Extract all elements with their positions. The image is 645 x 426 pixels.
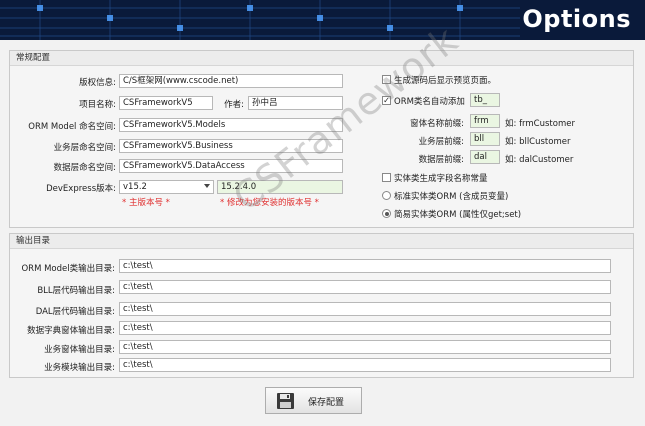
devexpress-version-value: v15.2 — [123, 182, 147, 192]
copyright-label: 版权信息: — [79, 78, 116, 88]
author-label: 作者: — [224, 100, 244, 110]
devexpress-label: DevExpress版本: — [46, 184, 116, 194]
installed-version-note: * 修改为您安装的版本号 * — [220, 198, 319, 208]
orm-namespace-label: ORM Model 命名空间: — [28, 122, 116, 132]
project-input[interactable]: CSFrameworkV5 — [119, 96, 213, 110]
output-input-dal[interactable]: c:\test\ — [119, 302, 611, 316]
data-namespace-label: 数据层命名空间: — [53, 163, 116, 173]
orm-standard-radio[interactable] — [382, 191, 391, 200]
data-namespace-input[interactable]: CSFrameworkV5.DataAccess — [119, 159, 343, 173]
window-title: Options — [522, 5, 631, 33]
preview-after-generate-label: 生成源码后显示预览页面。 — [394, 76, 497, 86]
output-input-bll[interactable]: c:\test\ — [119, 280, 611, 294]
form-prefix-example: 如: frmCustomer — [505, 119, 575, 129]
output-input-business-form[interactable]: c:\test\ — [119, 340, 611, 354]
output-label-dictionary: 数据字典窗体输出目录: — [27, 326, 115, 336]
form-prefix-input[interactable]: frm — [470, 114, 500, 128]
output-label-dal: DAL层代码输出目录: — [35, 307, 115, 317]
output-input-business-module[interactable]: c:\test\ — [119, 358, 611, 372]
output-input-orm[interactable]: c:\test\ — [119, 259, 611, 273]
project-label: 项目名称: — [79, 100, 116, 110]
business-namespace-input[interactable]: CSFrameworkV5.Business — [119, 139, 343, 153]
orm-prefix-input[interactable]: tb_ — [470, 93, 500, 107]
data-prefix-example: 如: dalCustomer — [505, 155, 574, 165]
author-input[interactable]: 孙中吕 — [248, 96, 343, 110]
output-label-business-module: 业务模块输出目录: — [44, 363, 115, 373]
orm-simple-label: 简易实体类ORM (属性仅get;set) — [394, 210, 522, 220]
title-banner: Options — [0, 0, 645, 40]
devexpress-full-version-input[interactable]: 15.2.4.0 — [217, 180, 343, 194]
biz-prefix-label: 业务层前缀: — [418, 137, 464, 147]
data-prefix-input[interactable]: dal — [470, 150, 500, 164]
chevron-down-icon[interactable] — [204, 184, 210, 188]
orm-standard-label: 标准实体类ORM (含成员变量) — [394, 192, 509, 202]
biz-prefix-input[interactable]: bll — [470, 132, 500, 146]
output-label-bll: BLL层代码输出目录: — [37, 286, 115, 296]
form-prefix-label: 窗体名称前缀: — [410, 119, 464, 129]
main-version-note: * 主版本号 * — [122, 198, 170, 208]
business-namespace-label: 业务层命名空间: — [53, 143, 116, 153]
save-disk-icon — [277, 393, 294, 409]
output-label-orm: ORM Model类输出目录: — [21, 264, 115, 274]
output-directories-title: 输出目录 — [10, 234, 633, 249]
output-input-dictionary[interactable]: c:\test\ — [119, 321, 611, 335]
orm-simple-radio[interactable] — [382, 209, 391, 218]
preview-after-generate-checkbox[interactable] — [382, 75, 391, 84]
devexpress-version-dropdown[interactable]: v15.2 — [119, 180, 214, 194]
orm-namespace-input[interactable]: CSFrameworkV5.Models — [119, 118, 343, 132]
save-config-button[interactable]: 保存配置 — [265, 387, 362, 414]
copyright-input[interactable]: C/S框架网(www.cscode.net) — [119, 74, 343, 88]
entity-constants-label: 实体类生成字段名称常量 — [394, 174, 488, 184]
biz-prefix-example: 如: bllCustomer — [505, 137, 571, 147]
general-settings-title: 常规配置 — [10, 51, 633, 66]
entity-constants-checkbox[interactable] — [382, 173, 391, 182]
save-config-label: 保存配置 — [308, 398, 345, 408]
orm-prefix-label: ORM类名自动添加 — [394, 97, 465, 107]
orm-prefix-checkbox[interactable]: ✓ — [382, 96, 391, 105]
data-prefix-label: 数据层前缀: — [418, 155, 464, 165]
output-label-business-form: 业务窗体输出目录: — [44, 345, 115, 355]
